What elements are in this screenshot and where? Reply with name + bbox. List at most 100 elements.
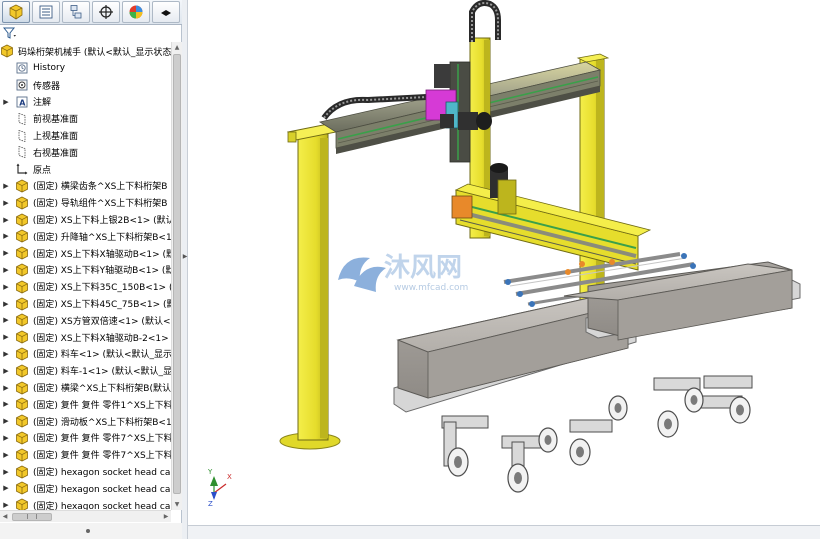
tree-item[interactable]: ▶ (固定) 复件 复件 零件7^XS上下料 (0, 430, 171, 447)
tree-item[interactable]: ▶ (固定) XS上下料X轴驱动B-2<1> ( (0, 329, 171, 346)
part-icon (15, 196, 29, 210)
tree-item-label: (固定) XS上下料X轴驱动B-2<1> ( (32, 333, 171, 344)
expand-arrow-icon[interactable]: ▶ (2, 198, 10, 208)
tab-feature-manager[interactable] (2, 1, 30, 23)
tree-item[interactable]: ▶ (固定) XS上下料X轴驱动B<1> (默 (0, 245, 171, 262)
resize-dot-icon[interactable] (86, 529, 90, 533)
feature-manager-icon (8, 4, 24, 20)
triad-x-label: X (227, 473, 232, 481)
scroll-down-arrow-icon[interactable]: ▼ (172, 499, 182, 510)
part-icon (15, 330, 29, 344)
tree-item[interactable]: ▶ (固定) hexagon socket head ca (0, 497, 171, 510)
tree-item[interactable]: ▶ (固定) XS上下料35C_150B<1> ( (0, 278, 171, 295)
part-icon (15, 246, 29, 260)
tree-item[interactable]: ▶ (固定) XS上下料Y轴驱动B<1> (默 (0, 262, 171, 279)
expand-arrow-icon[interactable]: ▶ (2, 383, 10, 393)
tree-item[interactable]: ▶ (固定) XS上下料上银2B<1> (默认 (0, 211, 171, 228)
tree-item-label: 注解 (33, 98, 52, 109)
tree-item[interactable]: ▶ A 注解 (0, 94, 171, 111)
tree-root-assembly[interactable]: 码垛桁架机械手 (默认<默认_显示状态 (0, 42, 171, 60)
scroll-up-arrow-icon[interactable]: ▲ (172, 42, 182, 53)
tree-item-label: (固定) 复件 复件 零件7^XS上下料 (32, 434, 171, 445)
watermark-brand: 沐风网 (384, 253, 462, 283)
part-icon (15, 431, 29, 445)
scroll-right-arrow-icon[interactable]: ▶ (161, 511, 171, 522)
watermark-url: www.mfcad.com (394, 283, 468, 293)
expand-arrow-icon[interactable]: ▶ (2, 467, 10, 477)
expand-arrow-icon[interactable]: ▶ (2, 248, 10, 258)
tab-configuration-manager[interactable] (62, 1, 90, 23)
tree-item[interactable]: 原点 (0, 161, 171, 178)
tree-item[interactable]: ▶ (固定) 滑动板^XS上下料桁架B<1 (0, 413, 171, 430)
expand-arrow-icon[interactable]: ▶ (2, 349, 10, 359)
tree-item[interactable]: 前视基准面 (0, 110, 171, 127)
hscroll-grip-icon (27, 514, 37, 519)
tree-item[interactable]: ▶ (固定) XS上下料45C_75B<1> (默 (0, 295, 171, 312)
expand-arrow-icon[interactable]: ▶ (2, 215, 10, 225)
tree-item-label: 原点 (33, 165, 52, 176)
tree-item[interactable]: ▶ (固定) 复件 复件 零件7^XS上下料 (0, 446, 171, 463)
configuration-manager-icon (68, 4, 84, 20)
part-icon (15, 229, 29, 243)
expand-arrow-icon[interactable]: ▶ (2, 399, 10, 409)
tree-horizontal-scrollbar[interactable]: ◀ ▶ (0, 510, 171, 522)
expand-arrow-icon[interactable]: ▶ (2, 332, 10, 342)
tree-item[interactable]: ▶ (固定) hexagon socket head ca (0, 463, 171, 480)
tree-item[interactable]: ▶ (固定) 料车<1> (默认<默认_显示 (0, 346, 171, 363)
expand-arrow-icon[interactable]: ▶ (2, 315, 10, 325)
part-icon (15, 397, 29, 411)
tree-item[interactable]: ▶ (固定) 升降轴^XS上下料桁架B<1 (0, 228, 171, 245)
tree-item[interactable]: History (0, 60, 171, 77)
part-icon (15, 465, 29, 479)
tree-scroll-thumb[interactable] (173, 54, 181, 494)
tree-item[interactable]: ▶ (固定) 横梁齿条^XS上下料桁架B (0, 178, 171, 195)
tree-vertical-scrollbar[interactable]: ▲ ▼ (171, 42, 182, 510)
tree-item[interactable]: 传感器 (0, 77, 171, 94)
expand-arrow-icon[interactable]: ▶ (2, 483, 10, 493)
tree-item[interactable]: ▶ (固定) 料车-1<1> (默认<默认_显 (0, 362, 171, 379)
tree-item-label: (固定) XS上下料35C_150B<1> ( (32, 283, 171, 294)
expand-arrow-icon[interactable]: ▶ (2, 231, 10, 241)
collapse-panel-icon (158, 4, 174, 20)
tree-item[interactable]: ▶ (固定) 导轨组件^XS上下料桁架B (0, 194, 171, 211)
tree-filter[interactable] (0, 26, 182, 42)
expand-arrow-icon[interactable]: ▶ (2, 299, 10, 309)
tree-item[interactable]: ▶ (固定) XS方管双倍速<1> (默认< (0, 312, 171, 329)
tree-item-label: (固定) 横梁^XS上下料桁架B(默认 (33, 384, 171, 395)
tree-item-label: (固定) 横梁齿条^XS上下料桁架B (33, 182, 168, 193)
scroll-left-arrow-icon[interactable]: ◀ (0, 511, 10, 522)
filter-icon[interactable] (2, 27, 17, 42)
tree-item[interactable]: 上视基准面 (0, 127, 171, 144)
part-icon (15, 381, 29, 395)
tab-dimxpert-manager[interactable] (92, 1, 120, 23)
expand-arrow-icon[interactable]: ▶ (2, 282, 10, 292)
part-icon (15, 481, 29, 495)
triad-z-label: Z (208, 500, 213, 508)
plane-icon (15, 145, 29, 159)
expand-arrow-icon[interactable]: ▶ (2, 181, 10, 191)
tree-item-label: (固定) hexagon socket head ca (33, 468, 171, 479)
panel-bottom-strip (0, 523, 182, 539)
tab-display-manager[interactable] (122, 1, 150, 23)
tree-item-label: History (33, 63, 66, 74)
expand-arrow-icon[interactable]: ▶ (2, 433, 10, 443)
expand-arrow-icon[interactable]: ▶ (2, 97, 10, 107)
tree-item-label: (固定) 料车<1> (默认<默认_显示 (32, 350, 171, 361)
tab-collapse-panel[interactable] (152, 1, 180, 23)
svg-text:A: A (19, 98, 26, 107)
part-icon (15, 448, 29, 462)
tree-item[interactable]: ▶ (固定) 横梁^XS上下料桁架B(默认 (0, 379, 171, 396)
tree-item[interactable]: ▶ (固定) hexagon socket head ca (0, 480, 171, 497)
history-icon (15, 61, 29, 75)
expand-arrow-icon[interactable]: ▶ (2, 366, 10, 376)
tree-item[interactable]: ▶ (固定) 复件 复件 零件1^XS上下料 (0, 396, 171, 413)
expand-arrow-icon[interactable]: ▶ (2, 450, 10, 460)
tree-item[interactable]: 右视基准面 (0, 144, 171, 161)
expand-arrow-icon[interactable]: ▶ (2, 265, 10, 275)
expand-arrow-icon[interactable]: ▶ (2, 500, 10, 510)
tab-property-manager[interactable] (32, 1, 60, 23)
expand-arrow-icon[interactable]: ▶ (2, 416, 10, 426)
graphics-area[interactable]: 沐风网 www.mfcad.com X Y Z (188, 0, 820, 525)
